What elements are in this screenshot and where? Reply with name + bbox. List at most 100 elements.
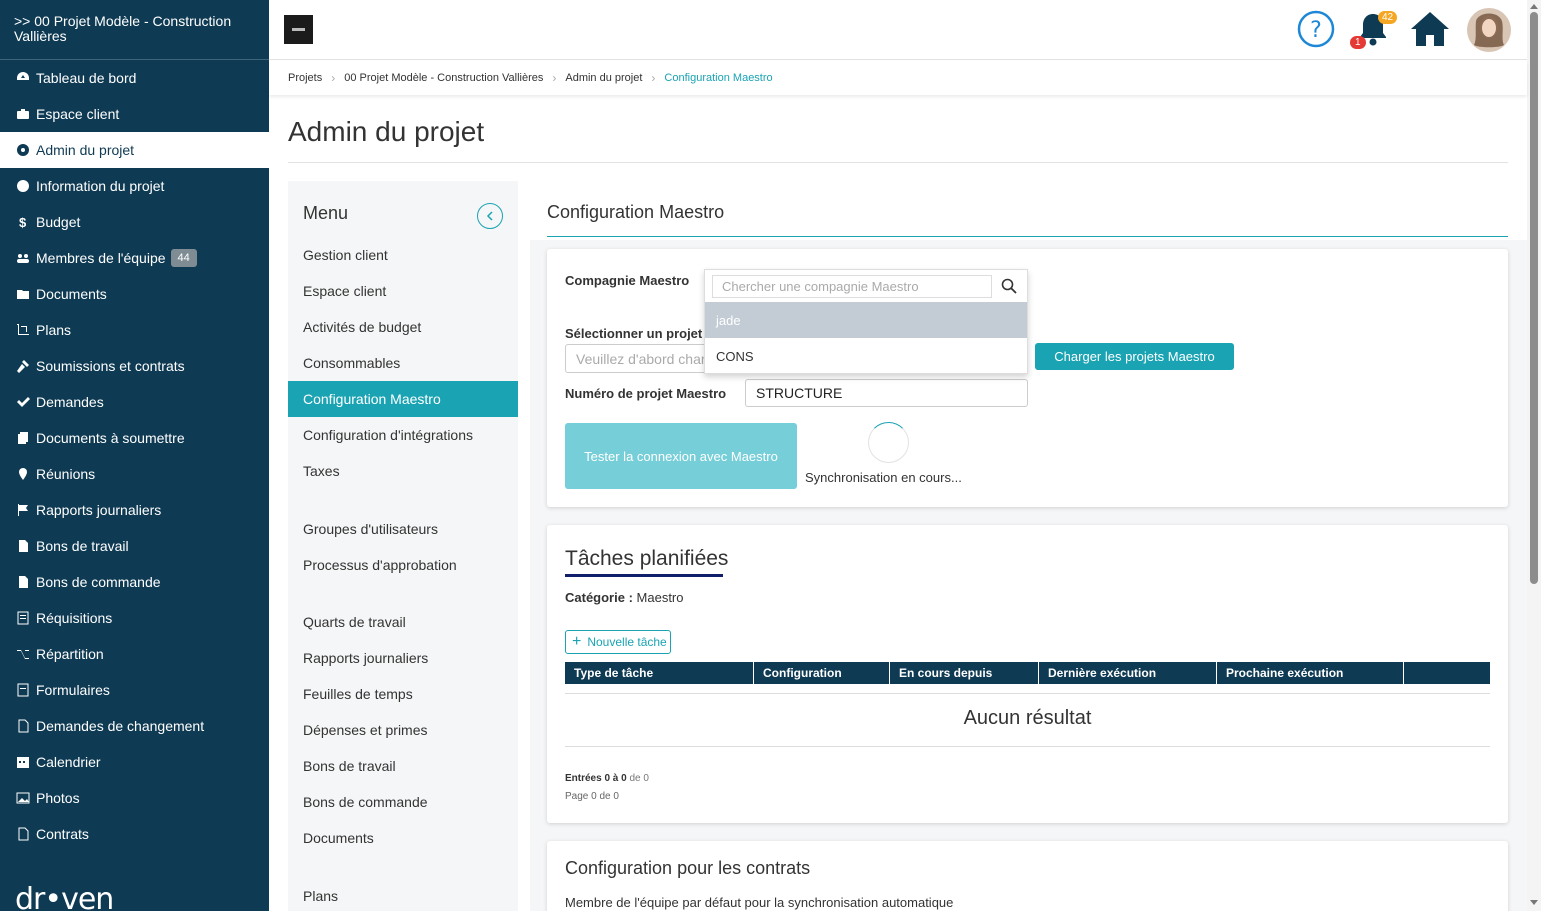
submenu-item[interactable]: Espace client [288, 273, 518, 309]
submenu-item[interactable]: Groupes d'utilisateurs [288, 511, 518, 547]
sidebar-item[interactable]: Documents [0, 276, 269, 312]
check-icon [14, 395, 32, 409]
flag-icon [14, 503, 32, 517]
section-divider [547, 236, 1508, 237]
sidebar-item-label: Information du projet [36, 178, 165, 194]
sidebar-item-label: Réunions [36, 466, 96, 482]
company-logo[interactable] [284, 15, 313, 44]
collapse-menu-button[interactable] [477, 203, 503, 229]
sidebar-item[interactable]: Répartition [0, 636, 269, 672]
submenu-item[interactable]: Processus d'approbation [288, 547, 518, 583]
project-number-input[interactable]: STRUCTURE [745, 379, 1028, 407]
col-running-since[interactable]: En cours depuis [890, 662, 1039, 684]
company-search-input[interactable]: Chercher une compagnie Maestro [712, 275, 992, 298]
home-icon[interactable] [1409, 10, 1451, 53]
col-last-run[interactable]: Dernière exécution [1039, 662, 1217, 684]
sidebar-item-label: Membres de l'équipe [36, 250, 166, 266]
submenu-item[interactable]: Gestion client [288, 237, 518, 273]
new-task-label: Nouvelle tâche [587, 635, 667, 649]
page-title: Admin du projet [288, 116, 485, 147]
gavel-icon [14, 359, 32, 373]
submenu-item[interactable]: Configuration Maestro [288, 381, 518, 417]
select-project-label: Sélectionner un projet [565, 326, 703, 341]
col-task-type[interactable]: Type de tâche [565, 662, 754, 684]
sidebar-item-label: Budget [36, 214, 81, 230]
sidebar-item[interactable]: Réunions [0, 456, 269, 492]
image-icon [14, 791, 32, 805]
company-option-cons[interactable]: CONS [705, 338, 1027, 374]
copy-icon [14, 431, 32, 445]
breadcrumb-item-project[interactable]: 00 Projet Modèle - Construction Vallière… [344, 72, 543, 84]
sidebar-item[interactable]: Demandes [0, 384, 269, 420]
submenu-item[interactable]: Taxes [288, 453, 518, 489]
scroll-down-arrow-icon[interactable] [1530, 900, 1538, 905]
sidebar-item[interactable]: Tableau de bord [0, 60, 269, 96]
file-icon [14, 575, 32, 589]
users-icon [14, 251, 32, 265]
sidebar-item[interactable]: Bons de travail [0, 528, 269, 564]
sidebar-item-label: Demandes [36, 394, 104, 410]
submenu-item[interactable]: Bons de travail [288, 748, 518, 784]
sidebar-item[interactable]: Demandes de changement [0, 708, 269, 744]
breadcrumb-item-projects[interactable]: Projets [288, 72, 322, 84]
test-connection-button[interactable]: Tester la connexion avec Maestro [565, 423, 797, 489]
submenu-item[interactable]: Feuilles de temps [288, 676, 518, 712]
submenu-item[interactable]: Plans [288, 878, 518, 911]
file-outline-icon [14, 827, 32, 841]
file-icon [14, 539, 32, 553]
project-title[interactable]: >> 00 Projet Modèle - Construction Valli… [0, 0, 269, 60]
sidebar-item[interactable]: Admin du projet [0, 132, 269, 168]
breadcrumb: Projets › 00 Projet Modèle - Constructio… [269, 61, 1527, 95]
sync-status: Synchronisation en cours... [805, 470, 962, 485]
info-icon [14, 179, 32, 193]
col-next-run[interactable]: Prochaine exécution [1217, 662, 1404, 684]
title-divider [288, 162, 1508, 163]
search-icon[interactable] [1001, 278, 1017, 294]
sidebar-item[interactable]: Espace client [0, 96, 269, 132]
submenu-item[interactable]: Activités de budget [288, 309, 518, 345]
sidebar-item[interactable]: Membres de l'équipe 44 [0, 240, 269, 276]
scrollbar-thumb[interactable] [1530, 12, 1538, 584]
sidebar-item-label: Bons de commande [36, 574, 161, 590]
breadcrumb-item-admin[interactable]: Admin du projet [565, 72, 642, 84]
sidebar-item[interactable]: Soumissions et contrats [0, 348, 269, 384]
tasks-title: Tâches planifiées [565, 547, 729, 570]
scroll-up-arrow-icon[interactable] [1530, 4, 1538, 9]
chevron-right-icon: › [651, 71, 656, 85]
submenu-item[interactable]: Bons de commande [288, 784, 518, 820]
page-scrollbar[interactable] [1527, 0, 1541, 911]
empty-message: Aucun résultat [963, 707, 1092, 729]
submenu-item[interactable]: Consommables [288, 345, 518, 381]
sidebar-nav-list: Tableau de bord Espace client Admin du pro… [0, 60, 269, 852]
sidebar-item[interactable]: Formulaires [0, 672, 269, 708]
sidebar-item[interactable]: Contrats [0, 816, 269, 852]
sidebar-item[interactable]: Réquisitions [0, 600, 269, 636]
col-configuration[interactable]: Configuration [754, 662, 890, 684]
new-task-button[interactable]: + Nouvelle tâche [565, 630, 671, 654]
tasks-table-header: Type de tâche Configuration En cours dep… [565, 662, 1490, 684]
col-actions [1404, 662, 1490, 684]
sidebar-item[interactable]: $ Budget [0, 204, 269, 240]
sidebar-item[interactable]: Bons de commande [0, 564, 269, 600]
dollar-icon: $ [14, 215, 32, 229]
submenu-item[interactable]: Documents [288, 820, 518, 856]
shuffle-icon [14, 647, 32, 661]
company-option-jade[interactable]: jade [705, 302, 1027, 338]
sidebar-item-label: Calendrier [36, 754, 101, 770]
sidebar-item-label: Contrats [36, 826, 89, 842]
sidebar-item[interactable]: Rapports journaliers [0, 492, 269, 528]
entries-rest: de 0 [629, 773, 649, 784]
select-project-field[interactable]: Veuillez d'abord charger [565, 344, 715, 373]
submenu-item[interactable]: Dépenses et primes [288, 712, 518, 748]
submenu-item[interactable]: Quarts de travail [288, 604, 518, 640]
load-projects-button[interactable]: Charger les projets Maestro [1035, 343, 1234, 370]
avatar[interactable] [1466, 7, 1512, 58]
sidebar-item[interactable]: Photos [0, 780, 269, 816]
sidebar-item[interactable]: Documents à soumettre [0, 420, 269, 456]
sidebar-item[interactable]: Calendrier [0, 744, 269, 780]
help-icon[interactable]: ? [1297, 10, 1335, 53]
submenu-item[interactable]: Configuration d'intégrations [288, 417, 518, 453]
sidebar-item[interactable]: Plans [0, 312, 269, 348]
submenu-item[interactable]: Rapports journaliers [288, 640, 518, 676]
sidebar-item[interactable]: Information du projet [0, 168, 269, 204]
